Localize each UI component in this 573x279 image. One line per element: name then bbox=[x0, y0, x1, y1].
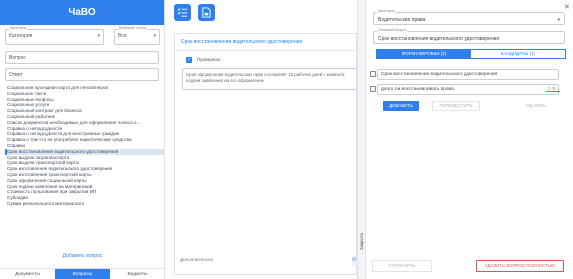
add-wording-button[interactable]: ДОБАВИТЬ bbox=[383, 101, 419, 111]
chevron-down-icon: ▾ bbox=[153, 33, 156, 39]
sidebar-tab[interactable]: Документы bbox=[0, 269, 55, 279]
category-field[interactable]: Категория Водительские права ▾ bbox=[373, 9, 565, 25]
category-field-value: Водительские права bbox=[378, 17, 426, 23]
wording-input-1[interactable]: Срок восстановления водительского удосто… bbox=[377, 69, 559, 80]
wording-tabs: ФОРМУЛИРОВКИ (2) КАНДИДАТЫ (1) bbox=[376, 49, 566, 59]
wording-checkbox-1[interactable] bbox=[370, 71, 376, 77]
question-detail-card: Срок восстановления водительского удосто… bbox=[174, 33, 358, 275]
highlight-underline bbox=[546, 91, 560, 92]
save-button[interactable]: СОХРАНИТЬ bbox=[372, 260, 432, 272]
list-check-icon bbox=[177, 8, 188, 17]
verified-label: Проверено bbox=[197, 57, 221, 62]
list-check-button[interactable] bbox=[174, 4, 191, 21]
move-button[interactable]: ПЕРЕМЕСТИТЬ bbox=[432, 101, 480, 111]
sidebar-tabs: Документы Вопросы Виджеты bbox=[0, 268, 165, 279]
chevron-down-icon: ▾ bbox=[97, 33, 100, 39]
status-select-caption: Выберите статус bbox=[118, 26, 148, 30]
document-icon bbox=[202, 7, 211, 18]
sidebar-title: ЧаВО bbox=[0, 0, 164, 25]
tab-candidates[interactable]: КАНДИДАТЫ (1) bbox=[471, 50, 565, 58]
export-document-button[interactable] bbox=[198, 4, 215, 21]
question-list-item[interactable]: Список документов необходимых для оформл… bbox=[5, 120, 164, 126]
status-select-value: Все bbox=[118, 33, 127, 39]
sidebar-tab[interactable]: Вопросы bbox=[55, 269, 110, 279]
faq-sidebar: ЧаВО Категория Категория ▾ Выберите стат… bbox=[0, 0, 165, 279]
close-panel-label: Закрыть bbox=[359, 232, 364, 250]
question-search-input[interactable]: Вопрос bbox=[5, 51, 159, 64]
category-field-caption: Категория bbox=[377, 9, 396, 13]
answer-search-input[interactable]: Ответ bbox=[5, 68, 159, 81]
main-question-caption: Основной вопрос bbox=[377, 28, 408, 32]
main-question-value: Срок восстановления водительского удосто… bbox=[378, 36, 500, 42]
chevron-down-icon: ▾ bbox=[557, 17, 560, 23]
wording-input-2[interactable]: долго ли восстанавливать права bbox=[377, 84, 559, 95]
main-question-field[interactable]: Основной вопрос Срок восстановления води… bbox=[373, 28, 565, 44]
answer-textarea[interactable]: Срок оформления водительских прав состав… bbox=[182, 68, 358, 90]
delete-question-button[interactable]: УДАЛИТЬ ВОПРОС ПОЛНОСТЬЮ bbox=[476, 260, 564, 272]
question-list: Социальная проездная карта для пенсионер… bbox=[0, 85, 164, 263]
status-select[interactable]: Выберите статус Все ▾ bbox=[114, 26, 160, 45]
add-question-link[interactable]: Добавить вопрос bbox=[0, 253, 165, 259]
close-icon[interactable]: ✕ bbox=[564, 3, 570, 11]
tab-wordings[interactable]: ФОРМУЛИРОВКИ (2) bbox=[377, 50, 471, 58]
sidebar-tab[interactable]: Виджеты bbox=[110, 269, 165, 279]
question-list-item[interactable]: Сумма регионального материнского bbox=[5, 201, 164, 207]
edit-panel: ✕ Категория Водительские права ▾ Основно… bbox=[366, 0, 573, 279]
divider bbox=[175, 50, 356, 51]
filters-row: Категория Категория ▾ Выберите статус Вс… bbox=[5, 26, 160, 47]
category-select[interactable]: Категория Категория ▾ bbox=[5, 26, 104, 45]
question-title: Срок восстановления водительского удосто… bbox=[181, 39, 303, 45]
wording-checkbox-2[interactable] bbox=[370, 86, 376, 92]
close-panel-tab[interactable]: Закрыть bbox=[357, 228, 366, 254]
verified-checkbox[interactable]: ✓ bbox=[186, 57, 192, 63]
delete-button[interactable]: УДАЛИТЬ bbox=[515, 101, 557, 111]
additional-label: Дополнительно bbox=[180, 257, 214, 262]
category-select-caption: Категория bbox=[9, 26, 28, 30]
bottom-actions: СОХРАНИТЬ УДАЛИТЬ ВОПРОС ПОЛНОСТЬЮ bbox=[372, 260, 564, 272]
category-select-value: Категория bbox=[9, 33, 33, 39]
